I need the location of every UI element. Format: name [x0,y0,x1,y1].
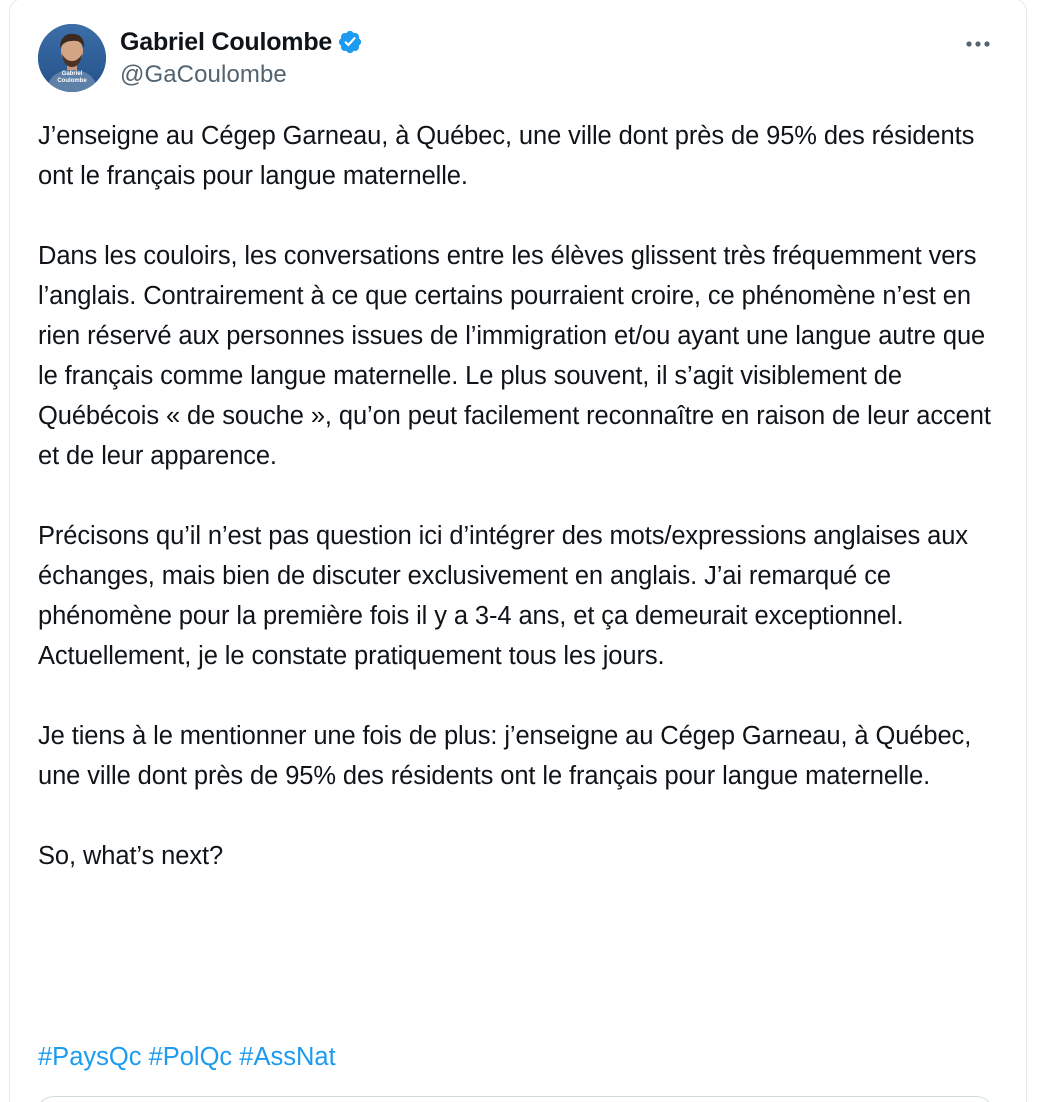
tweet-paragraph: Dans les couloirs, les conversations ent… [38,242,991,470]
avatar-caption-line1: Gabriel [61,71,83,77]
hashtag-link[interactable]: #AssNat [239,1043,335,1071]
author-handle[interactable]: @GaCoulombe [120,61,363,89]
tweet-header: Gabriel Coulombe Gabriel Coulombe @GaCou… [38,24,1018,94]
author-info: Gabriel Coulombe @GaCoulombe [120,26,363,89]
tweet-paragraph: So, what’s next? [38,842,224,870]
embedded-card-edge[interactable] [36,1096,994,1102]
avatar-caption-line2: Coulombe [57,78,87,84]
hashtag-link[interactable]: #PolQc [149,1043,233,1071]
hashtag-list: #PaysQc #PolQc #AssNat [38,1037,336,1077]
tweet-text: J’enseigne au Cégep Garneau, à Québec, u… [38,116,998,876]
display-name-row: Gabriel Coulombe [120,26,363,58]
tweet-paragraph: J’enseigne au Cégep Garneau, à Québec, u… [38,122,975,190]
display-name[interactable]: Gabriel Coulombe [120,28,332,57]
tweet-paragraph: Précisons qu’il n’est pas question ici d… [38,522,968,670]
more-options-icon[interactable] [960,26,996,62]
hashtag-link[interactable]: #PaysQc [38,1043,141,1071]
verified-badge-icon[interactable] [337,29,363,55]
avatar-caption: Gabriel Coulombe [38,71,106,85]
tweet-paragraph: Je tiens à le mentionner une fois de plu… [38,722,972,790]
avatar[interactable]: Gabriel Coulombe [38,24,106,92]
